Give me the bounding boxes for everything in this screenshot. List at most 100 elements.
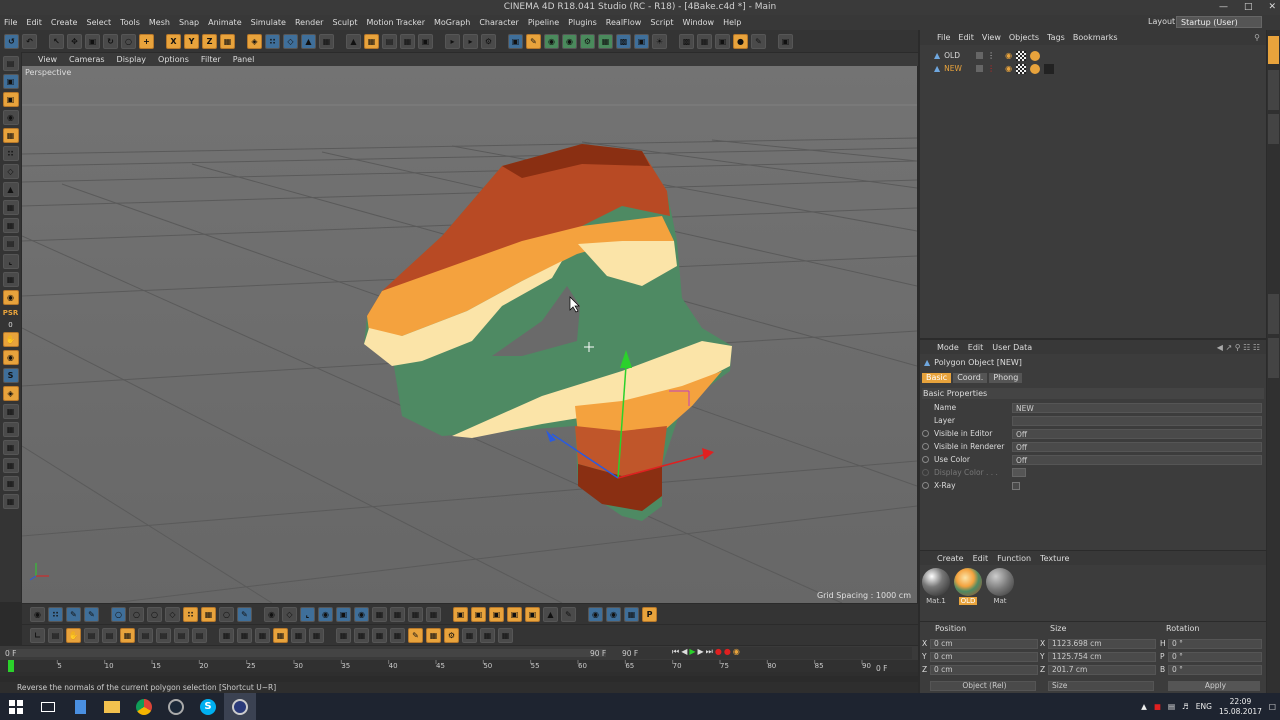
perspective-viewport[interactable]: Perspective Grid Spacing : 1000 cm <box>22 66 917 603</box>
material-mat1[interactable]: Mat.1 <box>922 568 950 605</box>
objects-tab[interactable] <box>1268 36 1279 64</box>
attributes-tab[interactable] <box>1268 294 1279 334</box>
animation-dot-icon[interactable] <box>922 456 929 463</box>
iron-icon[interactable]: ▤ <box>84 627 99 643</box>
matrix-extrude-icon[interactable]: ▦ <box>372 606 387 622</box>
move-tool-icon[interactable]: ✥ <box>67 33 82 49</box>
render-view-icon[interactable]: ▣ <box>418 33 433 49</box>
edges-left-icon[interactable]: ◇ <box>2 164 19 179</box>
grow-selection-icon[interactable]: ▦ <box>201 606 216 622</box>
normal-move-icon[interactable]: ▦ <box>408 606 423 622</box>
fill-selection-icon[interactable]: ○ <box>147 606 162 622</box>
menu-create[interactable]: Create <box>51 18 78 27</box>
task-view-icon[interactable] <box>32 693 64 720</box>
paint-icon[interactable]: ✎ <box>408 627 423 643</box>
model-mode-left-icon[interactable]: ▣ <box>2 74 19 89</box>
set-point-value-icon[interactable]: ▦ <box>291 627 306 643</box>
script-icon[interactable]: ✎ <box>751 33 766 49</box>
animation-dot-icon[interactable] <box>922 430 929 437</box>
model-mode-icon[interactable]: ▲ <box>346 33 361 49</box>
light-icon[interactable]: ☀ <box>652 33 667 49</box>
reverse-normals-icon[interactable]: ▣ <box>471 606 486 622</box>
preferences-icon[interactable]: ▦ <box>498 627 513 643</box>
tag-icon[interactable]: ◉ <box>1005 51 1012 60</box>
texture-left-icon[interactable]: ◉ <box>2 110 19 125</box>
uv-mode-icon[interactable]: ▦ <box>319 33 334 49</box>
interactive-render-icon[interactable]: ▦ <box>480 627 495 643</box>
bridge-icon[interactable]: ⌞ <box>300 606 315 622</box>
camera-icon[interactable]: ▣ <box>634 33 649 49</box>
make-editable-icon[interactable]: ◈ <box>247 33 262 49</box>
bake-texture-icon[interactable]: ▦ <box>426 627 441 643</box>
texture-mode-icon[interactable]: ▦ <box>364 33 379 49</box>
viewport-menu-cameras[interactable]: Cameras <box>69 55 105 64</box>
spin-edge-icon[interactable]: ▦ <box>219 627 234 643</box>
grid-left-icon-4[interactable]: ▦ <box>2 458 19 473</box>
menu-sculpt[interactable]: Sculpt <box>332 18 357 27</box>
viewport-menu-display[interactable]: Display <box>117 55 147 64</box>
material-tag-icon[interactable] <box>1030 63 1041 74</box>
visible-editor-dropdown[interactable]: Off <box>1012 428 1262 439</box>
windows-start-icon[interactable] <box>0 693 32 720</box>
visibility-dots-icon[interactable]: ⋮ <box>987 64 995 73</box>
viewport-menu-panel[interactable]: Panel <box>233 55 255 64</box>
go-to-end-icon[interactable]: ⏭ <box>706 647 713 657</box>
x-axis-lock-button[interactable]: X <box>166 33 181 49</box>
tray-chevron-icon[interactable]: ▲ <box>1141 702 1147 711</box>
am-menu-edit[interactable]: Edit <box>968 343 984 352</box>
material-tag-icon[interactable] <box>1030 50 1041 61</box>
animation-dot-icon[interactable] <box>922 482 929 489</box>
prev-key-icon[interactable]: ◀ <box>681 647 687 657</box>
path-selection-icon[interactable]: ◇ <box>165 606 180 622</box>
recent-tool-icon[interactable]: ○ <box>121 33 136 49</box>
points-left-icon[interactable]: ∷ <box>2 146 19 161</box>
om-menu-tags[interactable]: Tags <box>1047 33 1065 42</box>
edges-mode-icon[interactable]: ◇ <box>283 33 298 49</box>
viewport-menu-options[interactable]: Options <box>158 55 189 64</box>
optimize-icon[interactable]: ▣ <box>489 606 504 622</box>
pen-spline-icon[interactable]: ✎ <box>526 33 541 49</box>
pos-y-field[interactable]: 0 cm <box>930 652 1038 662</box>
size-mode-dropdown[interactable]: Size <box>1048 681 1154 691</box>
bake-tag-icon[interactable] <box>1044 63 1055 74</box>
minimize-button[interactable]: — <box>1219 0 1228 15</box>
undo-view-icon[interactable]: ↺ <box>4 33 19 49</box>
workplane-mode-icon[interactable]: ▤ <box>382 33 397 49</box>
animation-dot-icon[interactable] <box>922 443 929 450</box>
sculpt-tool-icon[interactable]: ◉ <box>2 350 19 365</box>
extrude-icon[interactable]: ▣ <box>336 606 351 622</box>
menu-select[interactable]: Select <box>86 18 111 27</box>
notepad-icon[interactable] <box>64 693 96 720</box>
coordinate-system-icon[interactable]: ▦ <box>220 33 235 49</box>
menu-pipeline[interactable]: Pipeline <box>528 18 559 27</box>
tab-basic[interactable]: Basic <box>922 373 952 383</box>
menu-file[interactable]: File <box>4 18 17 27</box>
size-x-field[interactable]: 1123.698 cm <box>1048 639 1156 649</box>
name-input[interactable]: NEW <box>1012 402 1262 413</box>
quantize-icon[interactable]: ▦ <box>697 33 712 49</box>
extrude-inner-icon[interactable]: ◉ <box>354 606 369 622</box>
size-z-field[interactable]: 201.7 cm <box>1048 665 1156 675</box>
tab-phong[interactable]: Phong <box>989 373 1023 383</box>
close-hole-icon[interactable]: ▦ <box>255 627 270 643</box>
rotate-tool-icon[interactable]: ↻ <box>103 33 118 49</box>
uv-unwrap-icon[interactable]: ◉ <box>588 606 603 622</box>
object-axis-icon[interactable]: ▦ <box>400 33 415 49</box>
uv-points-left-icon[interactable]: ▦ <box>2 200 19 215</box>
gear-icon[interactable]: ⚙ <box>444 627 459 643</box>
create-point-icon[interactable]: ▦ <box>273 627 288 643</box>
am-nav-icons[interactable]: ◀ ↗ ⚲ ☷ ☷ <box>1217 343 1260 352</box>
chrome-icon[interactable] <box>128 693 160 720</box>
points-mode-icon[interactable]: ∷ <box>265 33 280 49</box>
layers-tab[interactable] <box>1268 338 1279 378</box>
melt-icon[interactable]: ▦ <box>120 627 135 643</box>
object-row-new[interactable]: ▲ NEW ⋮ ◉ <box>920 62 1266 75</box>
disconnect-icon[interactable]: ▤ <box>174 627 189 643</box>
visibility-dots-icon[interactable]: ⋮ <box>987 51 995 60</box>
clone-icon[interactable]: ▦ <box>336 627 351 643</box>
pos-z-field[interactable]: 0 cm <box>930 665 1038 675</box>
menu-realflow[interactable]: RealFlow <box>606 18 642 27</box>
texture-tag-icon[interactable] <box>1016 63 1027 74</box>
skype-icon[interactable]: S <box>192 693 224 720</box>
menu-edit[interactable]: Edit <box>26 18 42 27</box>
